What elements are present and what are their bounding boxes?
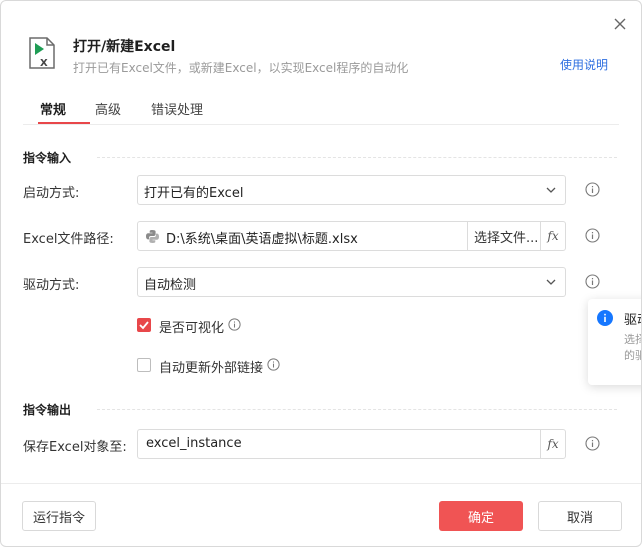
fx-button[interactable]: fx [540,222,565,250]
tab-error-handling[interactable]: 错误处理 [151,99,203,118]
tab-bar: 常规 高级 错误处理 [23,93,619,125]
section-divider [97,409,617,410]
fx-button[interactable]: fx [540,430,565,458]
run-command-button[interactable]: 运行指令 [22,501,96,531]
driver-mode-tooltip: 驱动 选择 的驱 [588,299,641,385]
section-divider [97,157,617,158]
chevron-down-icon [546,279,556,285]
info-icon[interactable] [585,274,600,289]
file-path-value: D:\系统\桌面\英语虚拟\标题.xlsx [166,232,358,247]
chevron-down-icon [546,187,556,193]
update-links-checkbox-label: 自动更新外部链接 [159,361,264,376]
dialog-subtitle: 打开已有Excel文件，或新建Excel，以实现Excel程序的自动化 [73,61,409,75]
info-icon[interactable] [585,436,600,451]
launch-mode-label: 启动方式: [23,186,80,201]
launch-mode-select[interactable]: 打开已有的Excel [137,175,566,205]
driver-mode-select[interactable]: 自动检测 [137,267,566,297]
ok-button[interactable]: 确定 [439,501,523,531]
footer-divider [1,483,641,484]
close-button[interactable] [609,13,631,35]
save-var-input[interactable]: excel_instance fx [137,429,566,459]
help-link[interactable]: 使用说明 [560,56,608,73]
driver-mode-value: 自动检测 [144,278,197,293]
file-path-label: Excel文件路径: [23,232,114,247]
info-icon[interactable] [585,182,600,197]
section-input-title: 指令输入 [23,151,72,165]
open-excel-dialog: X 打开/新建Excel 打开已有Excel文件，或新建Excel，以实现Exc… [0,0,642,547]
visible-checkbox[interactable] [137,318,151,332]
choose-file-button[interactable]: 选择文件... [467,222,540,250]
tooltip-title: 驱动 [624,313,641,328]
active-tab-indicator [38,122,90,124]
svg-text:X: X [40,58,48,69]
tab-general[interactable]: 常规 [40,99,66,118]
info-icon[interactable] [267,358,280,371]
save-var-label: 保存Excel对象至: [23,440,127,455]
file-path-input[interactable]: D:\系统\桌面\英语虚拟\标题.xlsx 选择文件... fx [137,221,566,251]
info-icon[interactable] [585,228,600,243]
checkmark-icon [139,321,149,330]
driver-mode-label: 驱动方式: [23,278,80,293]
python-icon [146,230,159,243]
visible-checkbox-label: 是否可视化 [159,321,225,336]
tooltip-body-line: 的驱 [624,349,641,362]
save-var-value: excel_instance [146,436,242,451]
section-output-title: 指令输出 [23,403,72,417]
update-links-checkbox[interactable] [137,358,151,372]
cancel-button[interactable]: 取消 [538,501,622,531]
launch-mode-value: 打开已有的Excel [144,186,244,201]
tab-advanced[interactable]: 高级 [95,99,121,118]
info-filled-icon [597,310,613,326]
dialog-title: 打开/新建Excel [73,39,176,55]
tooltip-body: 选择 的驱 [624,332,641,364]
close-icon [614,18,626,30]
tooltip-body-line: 选择 [624,333,641,346]
excel-app-icon: X [29,37,55,69]
info-icon[interactable] [228,318,241,331]
